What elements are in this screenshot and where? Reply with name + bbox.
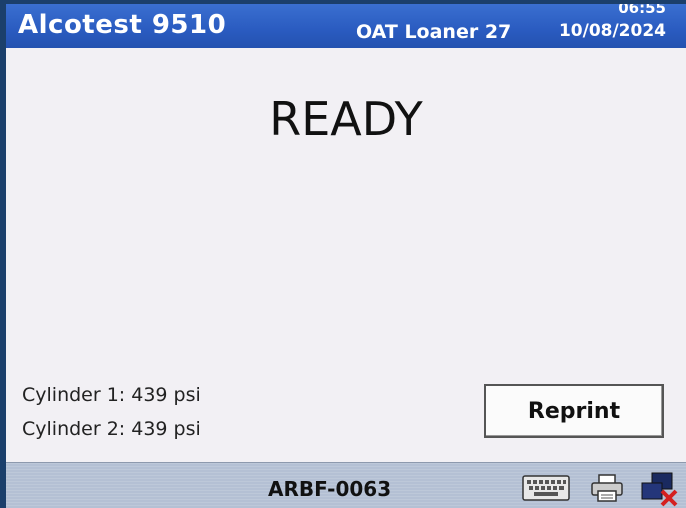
title-bar: Alcotest 9510 OAT Loaner 27 06:55 10/08/… [6, 4, 686, 48]
clock-time: 06:55 [618, 4, 666, 17]
cylinder-1-pressure: Cylinder 1: 439 psi [22, 384, 201, 406]
cylinder-2-pressure: Cylinder 2: 439 psi [22, 418, 201, 440]
taskbar: ARBF-0063 [6, 462, 686, 508]
app-title: Alcotest 9510 [18, 10, 227, 40]
network-disconnected-icon[interactable] [640, 471, 680, 508]
status-text: READY [269, 92, 423, 146]
serial-number: ARBF-0063 [268, 477, 392, 501]
keyboard-icon[interactable] [522, 475, 570, 505]
reprint-button[interactable]: Reprint [484, 384, 664, 438]
clock-date: 10/08/2024 [558, 21, 666, 41]
device-screen: Alcotest 9510 OAT Loaner 27 06:55 10/08/… [6, 4, 686, 508]
device-name: OAT Loaner 27 [356, 21, 512, 43]
printer-icon[interactable] [590, 473, 624, 507]
